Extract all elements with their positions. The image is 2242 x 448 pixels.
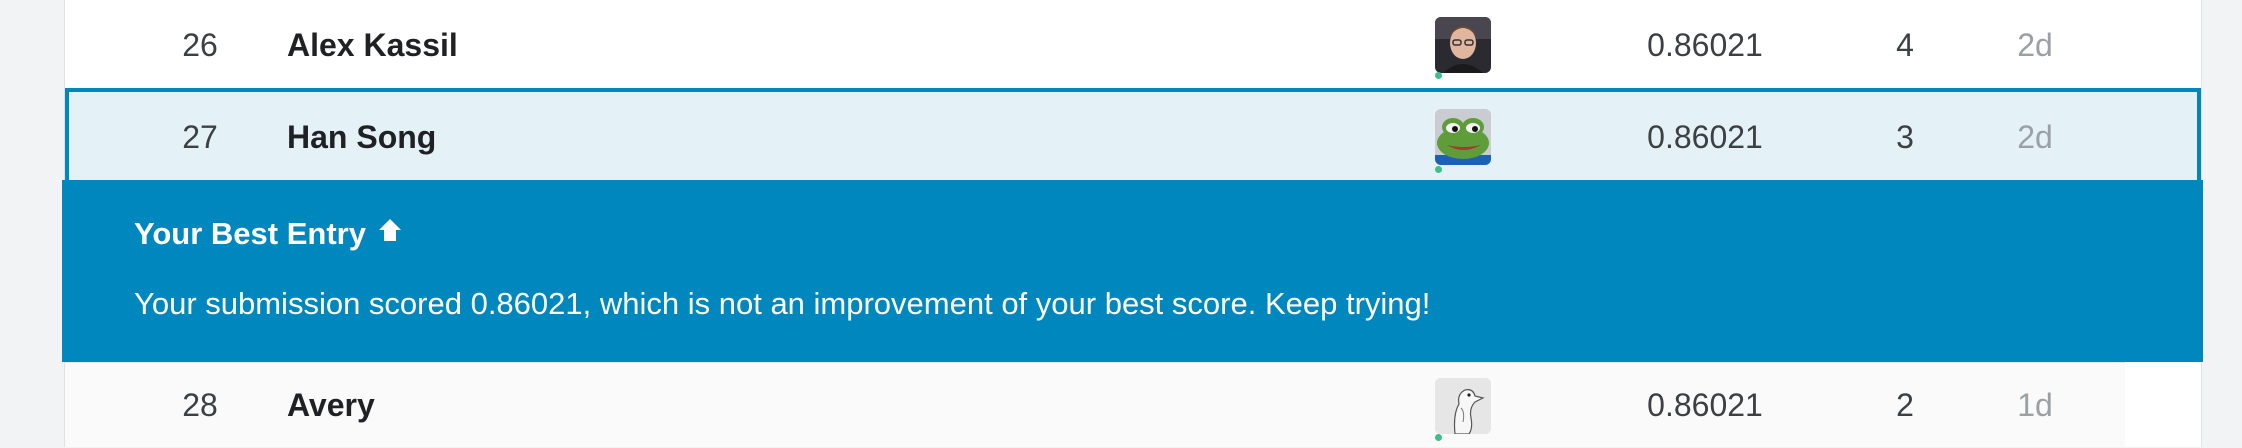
team-name[interactable]: Alex Kassil <box>287 0 458 90</box>
online-status-dot <box>1435 434 1442 441</box>
table-row[interactable]: 28 Avery 0.86021 2 1d <box>65 362 2125 447</box>
team-name[interactable]: Avery <box>287 363 375 448</box>
team-name[interactable]: Han Song <box>287 92 436 182</box>
rank-cell: 26 <box>182 26 218 63</box>
score-cell: 0.86021 <box>1647 26 1763 63</box>
online-status-dot <box>1435 72 1442 79</box>
avatar[interactable] <box>1435 109 1491 165</box>
rank-cell: 28 <box>182 387 218 423</box>
avatar[interactable] <box>1435 17 1491 73</box>
banner-title: Your Best Entry <box>134 216 404 252</box>
last-submission-cell: 1d <box>2017 387 2053 423</box>
team-members <box>1433 92 1493 182</box>
banner-message: Your submission scored 0.86021, which is… <box>134 286 1431 321</box>
frog-avatar-image <box>1435 109 1491 165</box>
last-submission-cell: 2d <box>2017 118 2053 155</box>
entries-cell: 3 <box>1896 118 1914 155</box>
avatar[interactable] <box>1435 377 1491 434</box>
entries-cell: 2 <box>1896 387 1914 423</box>
team-members <box>1433 363 1493 448</box>
banner-title-text: Your Best Entry <box>134 216 366 251</box>
table-row[interactable]: 26 Alex Kassil 0.86021 4 2d <box>65 0 2201 90</box>
online-status-dot <box>1435 166 1442 173</box>
submission-result-banner: Your Best Entry Your submission scored 0… <box>62 180 2203 362</box>
arrow-up-icon <box>376 216 404 252</box>
score-cell: 0.86021 <box>1647 387 1763 423</box>
goose-avatar-image <box>1435 377 1491 434</box>
person-avatar-image <box>1435 17 1491 73</box>
entries-cell: 4 <box>1896 26 1914 63</box>
table-row-current-user[interactable]: 27 Han Song 0.86021 3 2d <box>65 88 2201 182</box>
rank-cell: 27 <box>182 118 218 155</box>
last-submission-cell: 2d <box>2017 26 2053 63</box>
score-cell: 0.86021 <box>1647 118 1763 155</box>
team-members <box>1433 0 1493 90</box>
